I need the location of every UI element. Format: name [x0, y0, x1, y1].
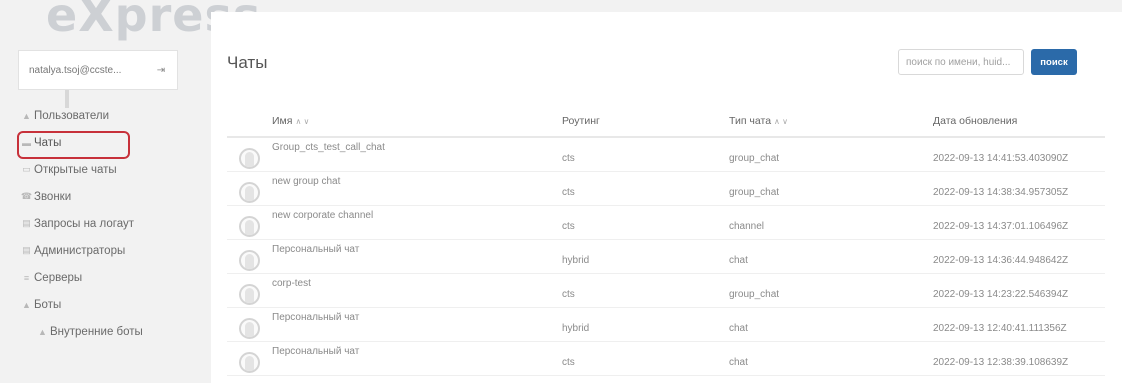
active-item-highlight — [17, 131, 130, 159]
user-icon: ▲ — [22, 110, 31, 121]
chat-type: channel — [729, 221, 765, 232]
sidebar-item-bots[interactable]: ▲ Боты — [0, 291, 196, 318]
sidebar-item-open-chats[interactable]: ▭ Открытые чаты — [0, 156, 196, 183]
sidebar-item-label: Боты — [34, 298, 62, 311]
search-button[interactable]: поиск — [1031, 49, 1077, 75]
sidebar-item-label: Администраторы — [34, 244, 126, 257]
user-box[interactable]: natalya.tsoj@ccste... ⇥ — [18, 50, 178, 90]
page-title: Чаты — [227, 53, 268, 72]
table-row[interactable]: corp-test cts group_chat 2022-09-13 14:2… — [227, 274, 1105, 308]
chat-type: chat — [729, 255, 748, 266]
avatar-cell — [227, 208, 272, 237]
chat-routing: hybrid — [562, 255, 590, 266]
avatar-cell — [227, 344, 272, 373]
chat-routing: cts — [562, 221, 575, 232]
chat-name[interactable]: new group chat — [272, 172, 562, 187]
chat-routing: cts — [562, 187, 575, 198]
sidebar-item-label: Открытые чаты — [34, 163, 117, 176]
avatar-icon — [239, 284, 260, 305]
chats-table: Имя ∧ ∨ Роутинг Тип чата ∧ ∨ Дата обновлен… — [227, 106, 1105, 376]
avatar-icon — [239, 352, 260, 373]
header-date: Дата обновления — [933, 115, 1018, 127]
logout-request-icon: ▤ — [22, 218, 31, 228]
avatar-icon — [239, 216, 260, 237]
sidebar-item-label: Пользователи — [34, 109, 110, 122]
header-name-label: Имя — [272, 115, 293, 127]
table-row[interactable]: Персональный чат cts chat 2022-09-13 12:… — [227, 342, 1105, 376]
chat-name[interactable]: Персональный чат — [272, 308, 562, 323]
search-input[interactable] — [898, 49, 1024, 75]
chat-date: 2022-09-13 14:37:01.106496Z — [933, 221, 1069, 232]
avatar-icon — [239, 250, 260, 271]
user-name: natalya.tsoj@ccste... — [29, 64, 122, 76]
chat-date: 2022-09-13 14:41:53.403090Z — [933, 153, 1069, 164]
server-icon: ≡ — [23, 272, 30, 283]
table-row[interactable]: new corporate channel cts channel 2022-0… — [227, 206, 1105, 240]
header-type-label: Тип чата — [729, 115, 772, 127]
chat-name[interactable]: Персональный чат — [272, 240, 562, 255]
header-name[interactable]: Имя ∧ ∨ — [272, 115, 562, 127]
sidebar-item-label: Звонки — [34, 190, 72, 203]
table-row[interactable]: Персональный чат hybrid chat 2022-09-13 … — [227, 240, 1105, 274]
sidebar: eXpress natalya.tsoj@ccste... ⇥ ▲ Пользо… — [0, 0, 260, 383]
main-panel: Чаты поиск Имя∧ ∨ Роутинг Тип чата∧ ∨ Да… — [211, 12, 1122, 383]
chat-routing: hybrid — [562, 323, 590, 334]
sidebar-item-label: Запросы на логаут — [34, 217, 134, 230]
sidebar-item-admins[interactable]: ▤ Администраторы — [0, 237, 196, 264]
bots-icon: ▲ — [22, 299, 31, 310]
chat-routing: cts — [562, 289, 575, 300]
chat-routing: cts — [562, 357, 575, 368]
chat-date: 2022-09-13 12:40:41.111356Z — [933, 323, 1067, 334]
chat-type: group_chat — [729, 153, 780, 164]
sidebar-item-users[interactable]: ▲ Пользователи — [0, 102, 196, 129]
chat-name[interactable]: Group_cts_test_call_chat — [272, 138, 562, 153]
table-row[interactable]: new group chat cts group_chat 2022-09-13… — [227, 172, 1105, 206]
phone-icon: ☎ — [20, 191, 33, 201]
sidebar-item-servers[interactable]: ≡ Серверы — [0, 264, 196, 291]
avatar-cell — [227, 276, 272, 305]
chat-name[interactable]: corp-test — [272, 274, 562, 289]
internal-bot-icon: ▲ — [38, 326, 47, 337]
header-routing: Роутинг — [562, 115, 600, 127]
chat-type: chat — [729, 357, 748, 368]
chat-date: 2022-09-13 14:36:44.948642Z — [933, 255, 1069, 266]
chat-type: chat — [729, 323, 748, 334]
sidebar-item-label: Серверы — [34, 271, 83, 284]
admin-icon: ▤ — [22, 245, 31, 255]
avatar-icon — [239, 182, 260, 203]
sidebar-item-label: Внутренние боты — [50, 325, 143, 338]
avatar-cell — [227, 242, 272, 271]
table-header: Имя ∧ ∨ Роутинг Тип чата ∧ ∨ Дата обновлен… — [227, 106, 1105, 138]
open-chat-icon: ▭ — [22, 164, 31, 174]
sort-icon[interactable]: ∧ ∨ — [774, 117, 788, 126]
chat-type: group_chat — [729, 289, 780, 300]
header-type[interactable]: Тип чата ∧ ∨ — [729, 115, 933, 127]
chat-type: group_chat — [729, 187, 780, 198]
chat-name[interactable]: Персональный чат — [272, 342, 562, 357]
table-row[interactable]: Group_cts_test_call_chat cts group_chat … — [227, 138, 1105, 172]
avatar-cell — [227, 174, 272, 203]
sort-icon[interactable]: ∧ ∨ — [295, 117, 309, 126]
sidebar-item-logout-requests[interactable]: ▤ Запросы на логаут — [0, 210, 196, 237]
chat-date: 2022-09-13 12:38:39.108639Z — [933, 357, 1069, 368]
avatar-cell — [227, 310, 272, 339]
logout-icon[interactable]: ⇥ — [155, 64, 167, 76]
chat-routing: cts — [562, 153, 575, 164]
table-row[interactable]: Персональный чат hybrid chat 2022-09-13 … — [227, 308, 1105, 342]
avatar-icon — [239, 318, 260, 339]
sidebar-item-calls[interactable]: ☎ Звонки — [0, 183, 196, 210]
avatar-icon — [239, 148, 260, 169]
chat-name[interactable]: new corporate channel — [272, 206, 562, 221]
sidebar-item-internal-bots[interactable]: ▲ Внутренние боты — [0, 318, 196, 345]
chat-date: 2022-09-13 14:23:22.546394Z — [933, 289, 1069, 300]
avatar-cell — [227, 140, 272, 169]
chat-date: 2022-09-13 14:38:34.957305Z — [933, 187, 1069, 198]
